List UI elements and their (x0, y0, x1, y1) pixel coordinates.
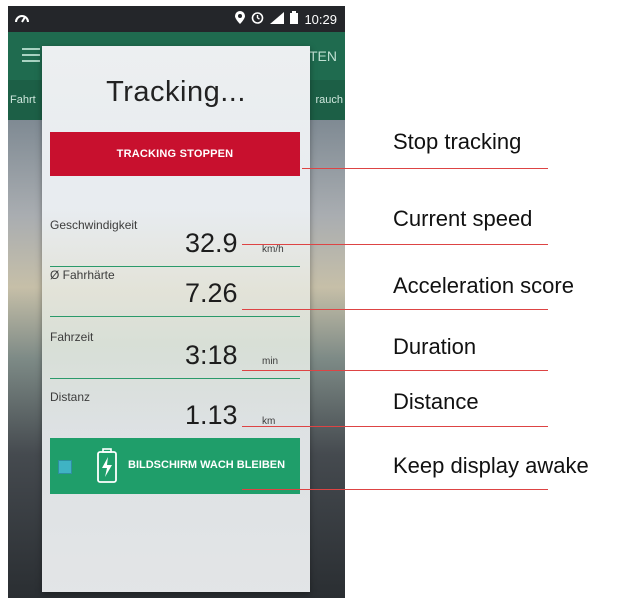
annotation-distance: Distance (393, 389, 479, 414)
keep-awake-button[interactable]: BILDSCHIRM WACH BLEIBEN (50, 438, 300, 494)
status-bar: 10:29 (8, 6, 345, 32)
annotation-line-awake (242, 489, 548, 490)
duration-label: Fahrzeit (50, 330, 94, 344)
location-icon (235, 11, 246, 27)
stop-tracking-button[interactable]: TRACKING STOPPEN (50, 132, 300, 176)
duration-row: Fahrzeit 3:18 min (50, 330, 300, 380)
annotation-line-acceleration (242, 309, 548, 310)
annotation-speed: Current speed (393, 206, 533, 231)
appbar-action-text[interactable]: TEN (309, 48, 337, 64)
alarm-icon (251, 11, 264, 27)
duration-unit: min (262, 356, 279, 367)
annotation-line-speed (242, 244, 548, 245)
keep-awake-checkbox[interactable] (58, 460, 72, 474)
divider (50, 316, 300, 317)
distance-value: 1.13 (185, 400, 238, 430)
divider (50, 266, 300, 267)
clock-time: 10:29 (304, 11, 337, 27)
divider (50, 378, 300, 379)
keep-awake-label: BILDSCHIRM WACH BLEIBEN (128, 459, 286, 471)
battery-icon (290, 11, 299, 27)
annotation-awake: Keep display awake (393, 453, 589, 478)
speed-label: Geschwindigkeit (50, 218, 138, 232)
speed-row: Geschwindigkeit 32.9 km/h (50, 218, 300, 268)
signal-icon (270, 11, 285, 27)
tab-left[interactable]: Fahrt (10, 94, 36, 106)
speedometer-icon (14, 11, 30, 26)
annotation-line-duration (242, 370, 548, 371)
tab-right[interactable]: rauch (315, 94, 343, 106)
distance-label: Distanz (50, 390, 91, 404)
acceleration-row: Ø Fahrhärte 7.26 (50, 268, 300, 318)
speed-unit: km/h (262, 244, 284, 255)
acceleration-value: 7.26 (185, 278, 238, 308)
dialog-title: Tracking... (106, 76, 246, 108)
annotation-acceleration: Acceleration score (393, 273, 574, 298)
annotation-duration: Duration (393, 334, 477, 359)
battery-charging-icon (96, 448, 118, 484)
annotation-stop: Stop tracking (393, 129, 522, 154)
phone-screen: 10:29 TEN Fahrt rauch Tracking... TRACKI… (8, 6, 345, 598)
speed-value: 32.9 (185, 228, 238, 258)
annotation-line-distance (242, 426, 548, 427)
duration-value: 3:18 (185, 340, 238, 370)
annotation-line-stop (302, 168, 548, 169)
menu-icon[interactable] (22, 48, 40, 62)
distance-row: Distanz 1.13 km (50, 390, 300, 440)
acceleration-label: Ø Fahrhärte (50, 268, 115, 282)
tracking-dialog: Tracking... TRACKING STOPPEN Geschwindig… (42, 46, 310, 592)
